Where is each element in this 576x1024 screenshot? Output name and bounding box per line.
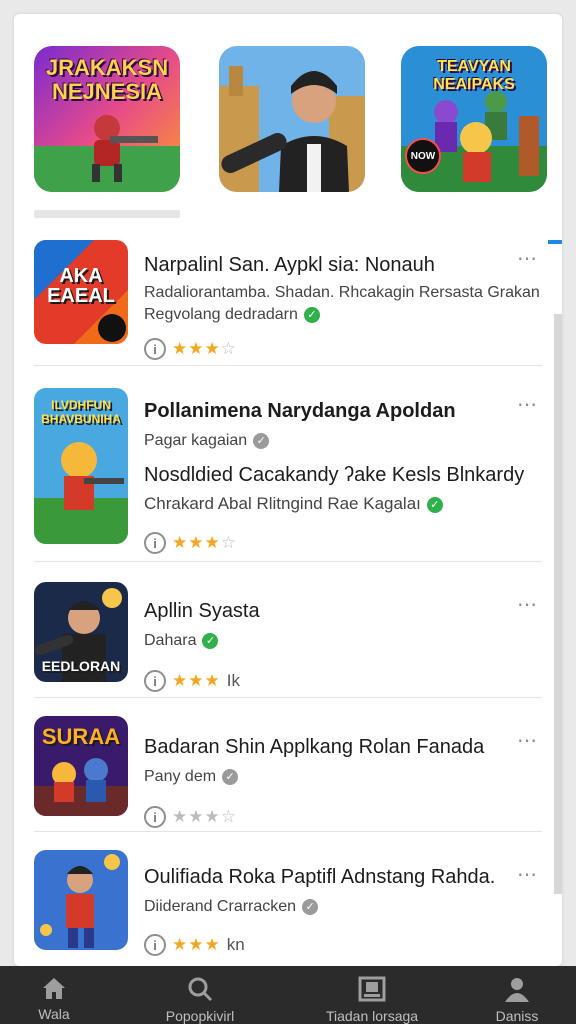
app-description: Nosdldied Cacakandy ʔake Kesls Blnkardy [144, 464, 525, 486]
verified-icon: ✓ [222, 768, 239, 785]
app-category-line: Regvolang dedradarn ✓ [144, 306, 320, 324]
nav-profile-label: Daniss [495, 1008, 539, 1024]
star-rating: ★★★☆ [172, 339, 237, 358]
app-developer-line: Pany dem ✓ [144, 768, 239, 786]
app-title[interactable]: Badaran Shin Applkang Rolan Fanada [144, 736, 484, 759]
more-options-icon[interactable]: ⋯ [517, 249, 538, 269]
verified-icon: ✓ [202, 632, 219, 649]
app-rating: i ★★★ Ik [144, 670, 240, 692]
featured-badge-now: NOW [405, 138, 441, 174]
app-thumb-label: EEDLORAN [41, 658, 121, 674]
app-rating: i ★★★ kn [144, 934, 245, 956]
info-icon[interactable]: i [144, 532, 166, 554]
nav-search[interactable]: Popopkivirl [140, 976, 260, 1024]
star-rating: ★★★ [172, 671, 221, 690]
app-developer: Radaliorantamba. Shadan. Rhcakagin Rersa… [144, 284, 540, 301]
profile-icon [505, 978, 529, 1002]
list-item[interactable]: SURAA Badaran Shin Applkang Rolan Fanada… [34, 698, 542, 832]
verified-icon: ✓ [303, 306, 320, 323]
scrollbar-track[interactable] [554, 314, 562, 894]
app-description-2: Chrakard Abal Rlitngind Rae Kagalaı [144, 494, 421, 513]
app-developer-line: Pagar kagaian ✓ [144, 432, 270, 450]
nav-home[interactable]: Wala [0, 976, 114, 1022]
app-title[interactable]: Narpalinl San. Aypkl sia: Nonauh [144, 254, 435, 277]
app-title[interactable]: Apllin Syasta [144, 600, 260, 623]
list-item[interactable]: AKA EAEAL Narpalinl San. Aypkl sia: Nona… [34, 226, 542, 366]
home-icon [43, 978, 65, 999]
app-thumbnail: AKA EAEAL [34, 240, 128, 344]
library-icon [358, 976, 386, 1002]
app-thumbnail: EEDLORAN [34, 582, 128, 682]
info-icon[interactable]: i [144, 338, 166, 360]
info-icon[interactable]: i [144, 934, 166, 956]
more-options-icon[interactable]: ⋯ [517, 865, 538, 885]
app-thumbnail: ILVDHFUN BHAVBUNIHA [34, 388, 128, 544]
app-thumbnail [34, 850, 128, 950]
featured-card-3[interactable]: TEAVYAN NEAIPAKS NOW [401, 46, 547, 192]
app-description-line: Chrakard Abal Rlitngind Rae Kagalaı ✓ [144, 494, 443, 514]
app-list-sheet: JRAKAKSN NEJNESIA TEAVYAN NEAIPAKS NOW A… [14, 14, 562, 966]
app-developer-line: Dahara ✓ [144, 632, 219, 650]
search-icon [188, 977, 213, 1002]
star-rating: ★★★ [172, 935, 221, 954]
app-rating: i ★★★☆ [144, 532, 237, 554]
list-item[interactable]: EEDLORAN Apllin Syasta ⋯ Dahara ✓ i ★★★ I… [34, 562, 542, 698]
verified-icon: ✓ [426, 496, 443, 513]
nav-search-label: Popopkivirl [165, 1008, 235, 1024]
rating-count: kn [226, 935, 245, 954]
app-title[interactable]: Oulifiada Roka Paptifl Adnstang Rahda. [144, 866, 495, 889]
featured-card-2[interactable] [219, 46, 365, 192]
app-developer: Diiderand Crarracken [144, 898, 297, 915]
app-thumb-label: ILVDHFUN BHAVBUNIHA [41, 398, 121, 426]
app-title[interactable]: Pollanimena Narydanga Apoldan [144, 400, 456, 423]
list-item[interactable]: Oulifiada Roka Paptifl Adnstang Rahda. ⋯… [34, 832, 542, 966]
app-thumb-label: AKA EAEAL [47, 265, 115, 307]
info-icon[interactable]: i [144, 806, 166, 828]
featured-art-2 [219, 46, 365, 192]
info-icon[interactable]: i [144, 670, 166, 692]
app-rating: i ★★★☆ [144, 806, 237, 828]
app-rating: i ★★★☆ [144, 338, 237, 360]
star-rating: ★★★☆ [172, 533, 237, 552]
app-developer-line: Diiderand Crarracken ✓ [144, 898, 319, 916]
featured-title-3: TEAVYAN NEAIPAKS [433, 58, 515, 93]
bottom-navigation: Wala Popopkivirl Tiadan lorsaga Daniss [0, 966, 576, 1024]
nav-library[interactable]: Tiadan lorsaga [312, 976, 432, 1024]
verified-icon: ✓ [253, 432, 270, 449]
app-thumb-label: SURAA [41, 724, 121, 749]
nav-profile[interactable]: Daniss [457, 976, 576, 1024]
verified-icon: ✓ [302, 898, 319, 915]
more-options-icon[interactable]: ⋯ [517, 595, 538, 615]
featured-card-1[interactable]: JRAKAKSN NEJNESIA [34, 46, 180, 192]
nav-home-label: Wala [38, 1006, 70, 1022]
nav-library-label: Tiadan lorsaga [325, 1008, 419, 1024]
app-developer: Pagar kagaian [144, 432, 248, 449]
featured-scroll-indicator [34, 210, 180, 218]
more-options-icon[interactable]: ⋯ [517, 395, 538, 415]
rating-count: Ik [226, 671, 240, 690]
featured-title-1: JRAKAKSN NEJNESIA [45, 55, 169, 104]
app-developer: Dahara [144, 632, 197, 649]
app-category: Regvolang dedradarn [144, 306, 298, 323]
list-item[interactable]: ILVDHFUN BHAVBUNIHA Pollanimena Narydang… [34, 366, 542, 562]
scroll-accent [548, 240, 562, 244]
more-options-icon[interactable]: ⋯ [517, 731, 538, 751]
app-developer: Pany dem [144, 768, 217, 785]
app-thumbnail: SURAA [34, 716, 128, 816]
star-rating: ★★★☆ [172, 807, 237, 826]
